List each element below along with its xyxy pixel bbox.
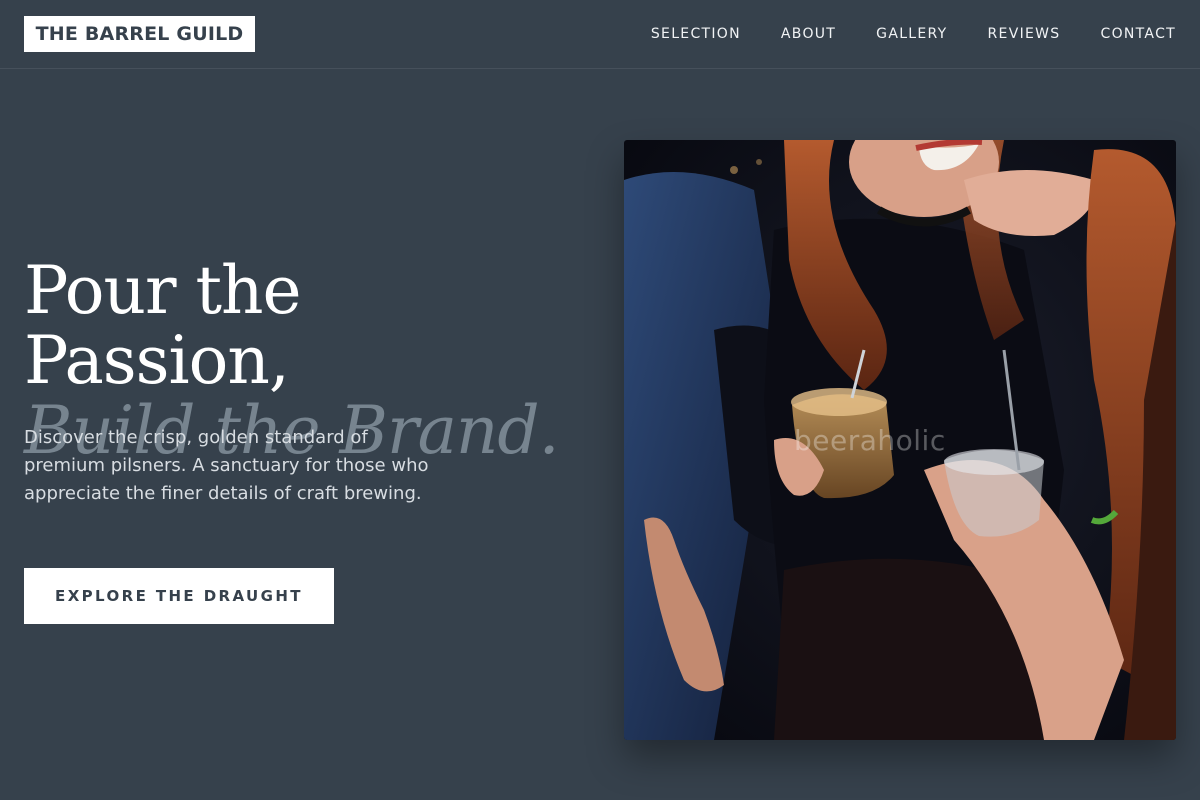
nav-link-reviews[interactable]: REVIEWS	[988, 24, 1061, 44]
nav-link-gallery[interactable]: GALLERY	[876, 24, 947, 44]
hero-description: Discover the crisp, golden standard of p…	[24, 427, 429, 504]
top-nav-bar: THE BARREL GUILD SELECTION ABOUT GALLERY…	[0, 0, 1200, 69]
nav-link-selection[interactable]: SELECTION	[651, 24, 741, 44]
hero-headline-line1: Pour the Passion,	[24, 252, 302, 399]
explore-draught-button[interactable]: EXPLORE THE DRAUGHT	[24, 568, 334, 624]
hero-photo: beeraholic	[624, 140, 1176, 740]
brand-logo[interactable]: THE BARREL GUILD	[24, 16, 255, 52]
nav-link-about[interactable]: ABOUT	[781, 24, 836, 44]
nav-link-contact[interactable]: CONTACT	[1101, 24, 1177, 44]
image-watermark: beeraholic	[794, 424, 946, 457]
main-nav: SELECTION ABOUT GALLERY REVIEWS CONTACT	[651, 24, 1176, 44]
